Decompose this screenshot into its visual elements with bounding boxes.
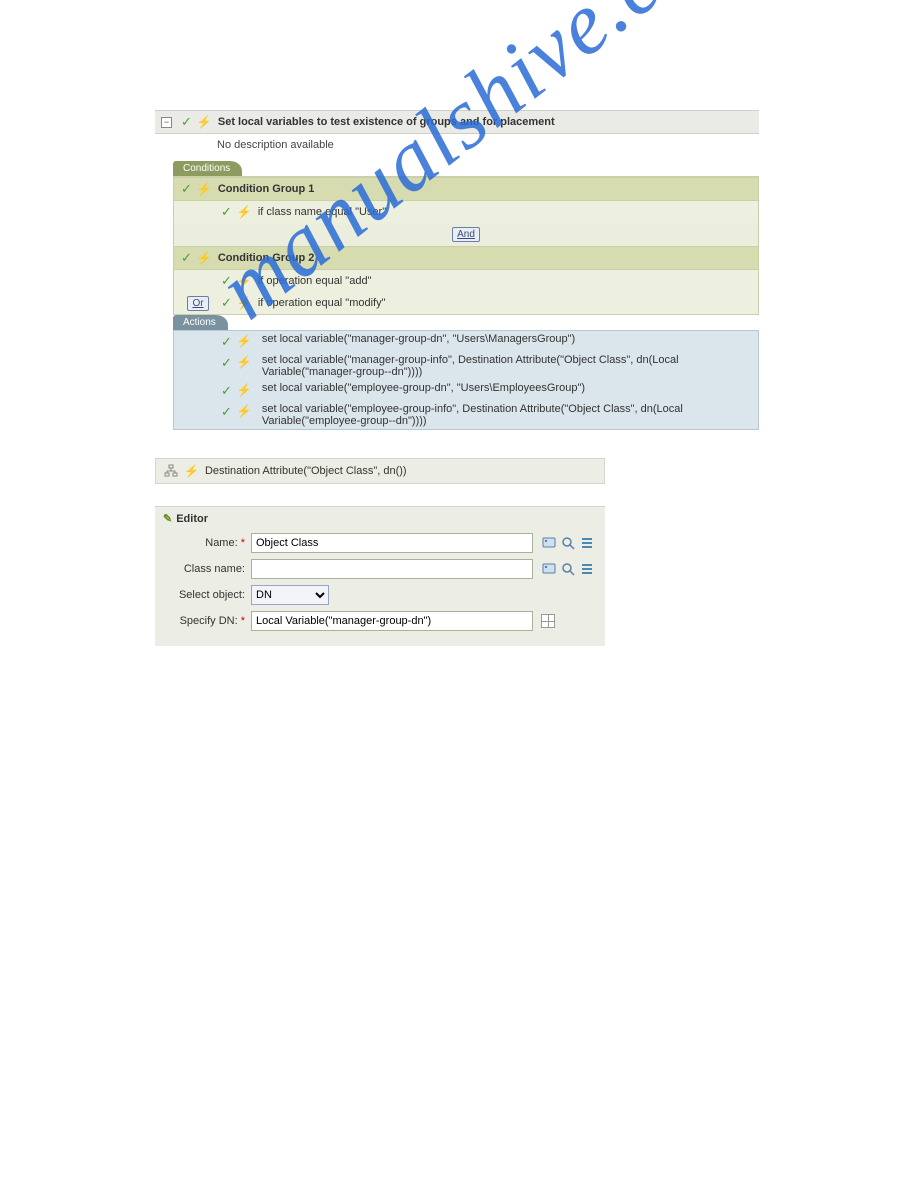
check-icon: ✓ [221,295,232,311]
editor-header: ✎ Editor [155,507,605,530]
pencil-icon: ✎ [163,512,172,525]
or-badge[interactable]: Or [187,296,208,311]
dn-input[interactable] [251,611,533,631]
condition-text: if class name equal "User" [258,206,386,218]
editor-panel: ✎ Editor Name: * Class name: Select obje… [155,506,605,646]
search-icon[interactable] [560,535,576,551]
bolt-icon: ⚡ [237,205,252,219]
editor-row-select: Select object: DN [155,582,605,608]
condition-group-title: Condition Group 2 [218,252,315,264]
browse-icon[interactable] [541,535,557,551]
editor-row-class: Class name: [155,556,605,582]
rule-title: Set local variables to test existence of… [218,116,555,128]
action-text: set local variable("manager-group-dn", "… [258,333,754,345]
tab-conditions[interactable]: Conditions [173,161,242,176]
bolt-icon: ⚡ [197,251,212,265]
action-row[interactable]: ✓ ⚡ set local variable("employee-group-d… [174,380,758,401]
rule-description: No description available [155,134,759,161]
action-text: set local variable("employee-group-info"… [258,403,754,427]
action-row[interactable]: ✓ ⚡ set local variable("manager-group-dn… [174,331,758,352]
name-input[interactable] [251,533,533,553]
list-icon[interactable] [579,535,595,551]
condition-group-header[interactable]: ✓ ⚡ Condition Group 2 [174,246,758,270]
and-badge[interactable]: And [452,227,480,242]
breadcrumb: ⚡ Destination Attribute("Object Class", … [155,458,605,484]
action-text: set local variable("manager-group-info",… [258,354,754,378]
check-icon: ✓ [181,250,192,266]
dn-label: Specify DN: * [163,615,251,627]
list-icon[interactable] [579,561,595,577]
bolt-icon: ⚡ [184,464,199,478]
name-label: Name: * [163,537,251,549]
search-icon[interactable] [560,561,576,577]
action-text: set local variable("employee-group-dn", … [258,382,754,394]
collapse-icon[interactable]: − [161,117,172,128]
class-label: Class name: [163,563,251,575]
check-icon: ✓ [221,334,232,350]
actions-panel: ✓ ⚡ set local variable("manager-group-dn… [173,330,759,430]
class-input[interactable] [251,559,533,579]
rule-header: − ✓ ⚡ Set local variables to test existe… [155,110,759,134]
condition-group-header[interactable]: ✓ ⚡ Condition Group 1 [174,177,758,201]
bolt-icon: ⚡ [237,383,252,397]
bolt-icon: ⚡ [237,404,252,418]
browse-icon[interactable] [541,561,557,577]
check-icon: ✓ [181,181,192,197]
check-icon: ✓ [221,273,232,289]
condition-row[interactable]: ✓ ⚡ if operation equal "add" [174,270,758,292]
check-icon: ✓ [221,383,232,399]
editor-row-dn: Specify DN: * [155,608,605,634]
select-object-dropdown[interactable]: DN [251,585,329,605]
action-row[interactable]: ✓ ⚡ set local variable("manager-group-in… [174,352,758,380]
tree-icon [164,464,178,478]
and-row: And [174,223,758,246]
bolt-icon: ⚡ [197,182,212,196]
condition-text: if operation equal "add" [258,275,372,287]
breadcrumb-text: Destination Attribute("Object Class", dn… [205,465,407,477]
condition-group-title: Condition Group 1 [218,183,315,195]
condition-row[interactable]: ✓ ⚡ if class name equal "User" [174,201,758,223]
check-icon: ✓ [221,404,232,420]
bolt-icon: ⚡ [237,296,252,310]
bolt-icon: ⚡ [237,334,252,348]
select-label: Select object: [163,589,251,601]
condition-text: if operation equal "modify" [258,297,386,309]
bolt-icon: ⚡ [197,115,212,129]
check-icon: ✓ [221,204,232,220]
argument-builder-icon[interactable] [541,614,555,628]
check-icon: ✓ [221,355,232,371]
editor-title: Editor [176,513,208,525]
bolt-icon: ⚡ [237,274,252,288]
action-row[interactable]: ✓ ⚡ set local variable("employee-group-i… [174,401,758,429]
bolt-icon: ⚡ [237,355,252,369]
conditions-panel: ✓ ⚡ Condition Group 1 ✓ ⚡ if class name … [173,176,759,315]
editor-row-name: Name: * [155,530,605,556]
check-icon: ✓ [181,114,192,130]
condition-row[interactable]: Or ✓ ⚡ if operation equal "modify" [174,292,758,314]
tab-actions[interactable]: Actions [173,315,228,330]
